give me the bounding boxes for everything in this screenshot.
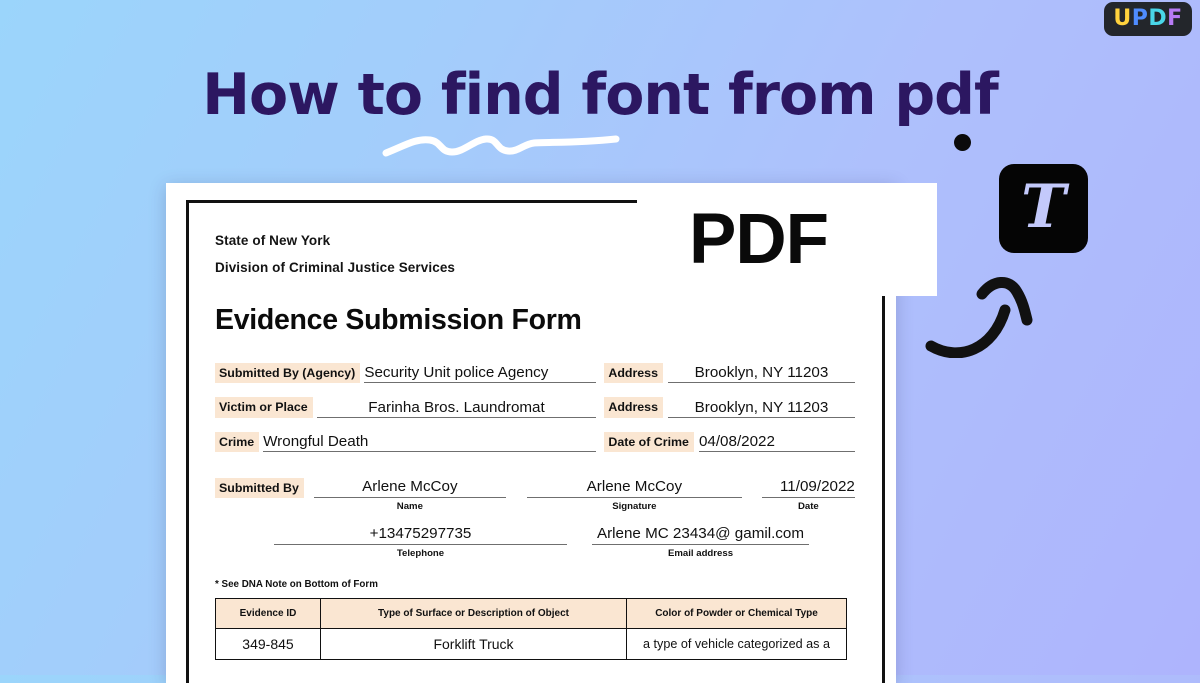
curved-arrow-icon xyxy=(925,277,1033,358)
th-evidence-id: Evidence ID xyxy=(215,598,321,630)
value-name[interactable]: Arlene McCoy xyxy=(313,478,506,499)
table-header-row: Evidence ID Type of Surface or Descripti… xyxy=(215,598,847,630)
field-date[interactable]: 11/09/2022 Date xyxy=(761,478,855,513)
label-date-of-crime: Date of Crime xyxy=(604,431,694,452)
document-title: Evidence Submission Form xyxy=(215,304,582,336)
signature-row-contact: +13475297735 Telephone Arlene MC 23434@ … xyxy=(215,525,855,559)
field-date-of-crime[interactable]: Date of Crime 04/08/2022 xyxy=(604,431,855,452)
value-victim-or-place[interactable]: Farinha Bros. Laundromat xyxy=(316,399,597,418)
field-name[interactable]: Arlene McCoy Name xyxy=(313,478,506,513)
decorative-dot-icon xyxy=(954,134,971,151)
updf-logo-badge: UPDF xyxy=(1104,2,1192,36)
logo-letter-p: P xyxy=(1131,6,1149,31)
squiggle-underline-icon xyxy=(382,135,620,157)
caption-date: Date xyxy=(797,501,819,513)
label-victim-or-place: Victim or Place xyxy=(215,397,313,418)
value-date[interactable]: 11/09/2022 xyxy=(761,478,855,499)
caption-email: Email address xyxy=(667,548,734,560)
pdf-format-tab: PDF xyxy=(637,183,937,296)
form-row-crime-date: Crime Wrongful Death Date of Crime 04/08… xyxy=(215,431,855,452)
th-surface-type: Type of Surface or Description of Object xyxy=(320,598,627,630)
page-title: How to find font from pdf xyxy=(202,62,999,128)
cell-evidence-id[interactable]: 349-845 xyxy=(215,628,321,661)
field-telephone[interactable]: +13475297735 Telephone xyxy=(274,525,567,559)
form-row-victim-address: Victim or Place Farinha Bros. Laundromat… xyxy=(215,397,855,418)
label-crime: Crime xyxy=(215,431,260,452)
field-address-2[interactable]: Address Brooklyn, NY 11203 xyxy=(604,397,855,418)
dna-note: * See DNA Note on Bottom of Form xyxy=(215,579,378,591)
field-address-1[interactable]: Address Brooklyn, NY 11203 xyxy=(604,363,855,384)
pdf-tab-label: PDF xyxy=(689,200,829,279)
label-address-1: Address xyxy=(604,363,663,384)
th-powder-color: Color of Powder or Chemical Type xyxy=(626,598,847,630)
font-type-icon[interactable]: T xyxy=(999,164,1088,253)
cell-surface-type[interactable]: Forklift Truck xyxy=(320,628,627,661)
value-date-of-crime[interactable]: 04/08/2022 xyxy=(698,433,855,452)
signature-row-primary: Submitted By Arlene McCoy Name Arlene Mc… xyxy=(215,477,855,513)
field-signature[interactable]: Arlene McCoy Signature xyxy=(526,478,742,513)
field-submitted-by-agency[interactable]: Submitted By (Agency) Security Unit poli… xyxy=(215,363,597,384)
field-email[interactable]: Arlene MC 23434@ gamil.com Email address xyxy=(592,525,809,559)
logo-letter-f: F xyxy=(1167,6,1183,31)
value-address-1[interactable]: Brooklyn, NY 11203 xyxy=(667,364,855,384)
caption-signature: Signature xyxy=(612,501,657,513)
value-crime[interactable]: Wrongful Death xyxy=(263,433,597,452)
field-victim-or-place[interactable]: Victim or Place Farinha Bros. Laundromat xyxy=(215,397,597,418)
caption-name: Name xyxy=(396,501,423,513)
logo-letter-u: U xyxy=(1113,6,1132,31)
table-row[interactable]: 349-845 Forklift Truck a type of vehicle… xyxy=(215,628,847,661)
caption-telephone: Telephone xyxy=(396,548,445,560)
logo-letter-d: D xyxy=(1148,6,1168,31)
signature-block: Submitted By Arlene McCoy Name Arlene Mc… xyxy=(215,477,855,559)
font-glyph-t: T xyxy=(1021,171,1066,242)
document-content: State of New York Division of Criminal J… xyxy=(215,233,855,661)
value-address-2[interactable]: Brooklyn, NY 11203 xyxy=(667,399,855,418)
label-address-2: Address xyxy=(604,397,663,418)
value-email[interactable]: Arlene MC 23434@ gamil.com xyxy=(592,525,809,546)
cell-powder-color[interactable]: a type of vehicle categorized as a xyxy=(626,628,847,661)
value-telephone[interactable]: +13475297735 xyxy=(274,525,567,546)
label-submitted-by: Submitted By xyxy=(215,477,304,499)
field-crime[interactable]: Crime Wrongful Death xyxy=(215,431,597,452)
value-signature[interactable]: Arlene McCoy xyxy=(526,478,742,499)
value-submitted-by-agency[interactable]: Security Unit police Agency xyxy=(364,364,597,384)
evidence-table: Evidence ID Type of Surface or Descripti… xyxy=(215,598,847,661)
form-row-agency-address: Submitted By (Agency) Security Unit poli… xyxy=(215,363,855,384)
label-submitted-by-agency: Submitted By (Agency) xyxy=(215,363,361,384)
